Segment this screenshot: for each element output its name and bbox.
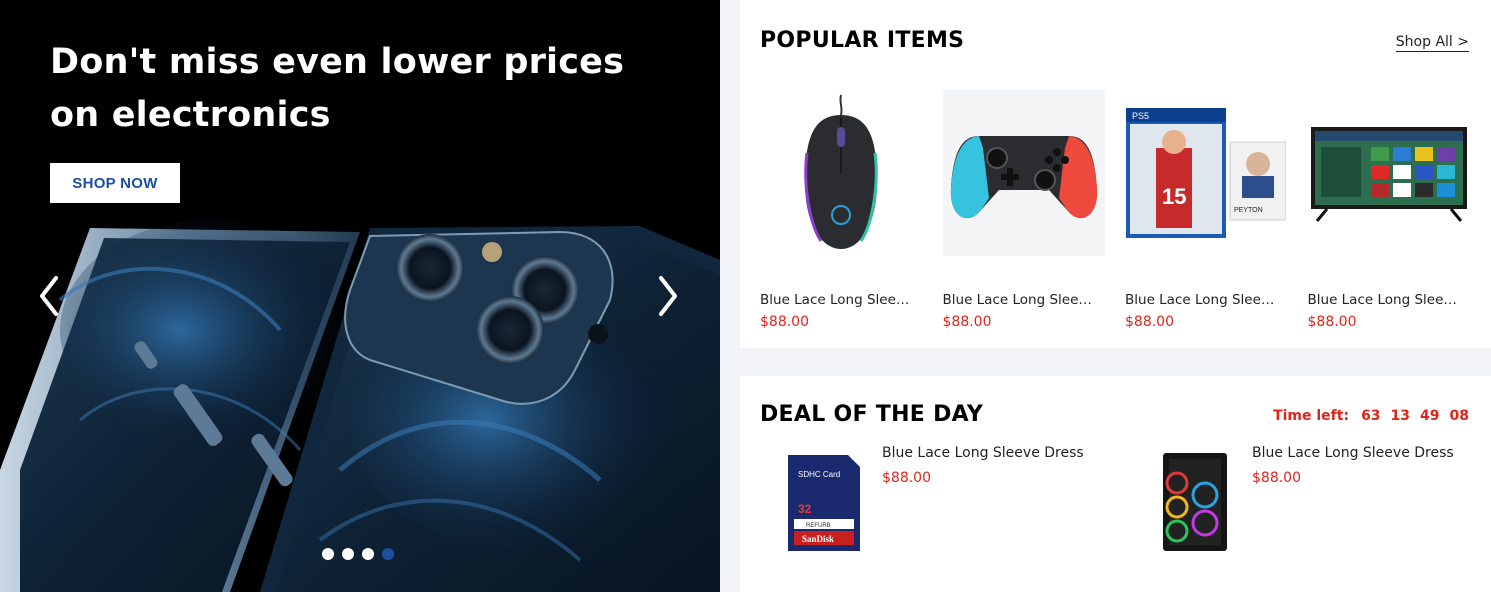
hero-banner: Don't miss even lower prices on electron…	[0, 0, 720, 592]
game-controller-icon	[950, 136, 1097, 219]
svg-text:SDHC Card: SDHC Card	[798, 470, 840, 479]
product-name[interactable]: Blue Lace Long Sleeve Dress	[1308, 292, 1464, 308]
product-image-gaming-mouse[interactable]	[760, 90, 922, 256]
timer-unit: 63	[1361, 408, 1381, 424]
carousel-dot-3[interactable]	[362, 548, 374, 560]
countdown-timer: Time left: 63 13 49 08	[1273, 408, 1469, 424]
gaming-mouse-icon	[804, 94, 878, 249]
product-price: $88.00	[942, 314, 992, 330]
deal-item[interactable]: Blue Lace Long Sleeve Dress $88.00	[1136, 444, 1454, 562]
smart-tv-icon	[1310, 127, 1467, 222]
video-game-case-icon: PS5 15 PEYTON	[1126, 108, 1286, 238]
deal-name[interactable]: Blue Lace Long Sleeve Dress	[882, 445, 1084, 461]
svg-text:SanDisk: SanDisk	[802, 534, 834, 544]
sd-card-icon: SDHC Card 32 REFURB SanDisk	[788, 455, 860, 551]
section-title-popular: POPULAR ITEMS	[760, 28, 965, 53]
deal-item[interactable]: SDHC Card 32 REFURB SanDisk Blue Lace Lo…	[766, 444, 1084, 562]
deal-price: $88.00	[882, 470, 931, 486]
chevron-right-icon[interactable]	[653, 272, 683, 320]
product-price: $88.00	[1307, 314, 1357, 330]
svg-text:PEYTON: PEYTON	[1234, 207, 1263, 214]
svg-text:REFURB: REFURB	[806, 523, 831, 529]
product-name[interactable]: Blue Lace Long Sleeve Dress	[1125, 292, 1281, 308]
product-card[interactable]: PS5 15 PEYTON Blue Lace Long Sleeve Dres…	[1125, 90, 1308, 330]
page: Don't miss even lower prices on electron…	[0, 0, 1491, 592]
section-title-deal: DEAL OF THE DAY	[760, 402, 984, 427]
timer-unit: 13	[1390, 408, 1411, 424]
shop-all-link[interactable]: Shop All >	[1395, 34, 1469, 52]
product-price: $88.00	[1125, 314, 1174, 330]
carousel-dot-4[interactable]	[382, 548, 394, 560]
product-name[interactable]: Blue Lace Long Sleeve Dress	[760, 292, 916, 308]
product-image-game-controller[interactable]	[942, 90, 1105, 256]
product-list: Blue Lace Long Sleeve Dress $88.00	[760, 90, 1490, 330]
deal-info: Blue Lace Long Sleeve Dress $88.00	[882, 444, 1084, 562]
popular-items-section: POPULAR ITEMS Shop All > Blue Lace Long …	[740, 0, 1491, 348]
deal-image-pc-case[interactable]	[1136, 444, 1252, 562]
hero-headline: Don't miss even lower prices on electron…	[50, 42, 625, 135]
pc-case-icon	[1163, 453, 1227, 551]
deal-price: $88.00	[1252, 470, 1301, 486]
product-image-smart-tv[interactable]	[1308, 90, 1470, 256]
deal-image-sd-card[interactable]: SDHC Card 32 REFURB SanDisk	[766, 444, 882, 562]
product-card[interactable]: Blue Lace Long Sleeve Dress $88.00	[942, 90, 1126, 330]
carousel-dot-2[interactable]	[342, 548, 354, 560]
timer-unit: 49	[1420, 408, 1440, 424]
carousel-dot-1[interactable]	[322, 548, 334, 560]
svg-text:15: 15	[1162, 184, 1186, 209]
carousel-dots	[322, 548, 394, 560]
svg-text:PS5: PS5	[1132, 111, 1149, 121]
product-price: $88.00	[760, 314, 809, 330]
timer-unit: 08	[1449, 408, 1469, 424]
shop-now-button[interactable]: SHOP NOW	[50, 163, 180, 203]
deal-info: Blue Lace Long Sleeve Dress $88.00	[1252, 444, 1454, 562]
chevron-left-icon[interactable]	[34, 272, 64, 320]
product-card[interactable]: Blue Lace Long Sleeve Dress $88.00	[1308, 90, 1491, 330]
time-left-label: Time left:	[1273, 408, 1350, 424]
product-name[interactable]: Blue Lace Long Sleeve Dress	[943, 292, 1099, 308]
deal-name[interactable]: Blue Lace Long Sleeve Dress	[1252, 445, 1454, 461]
product-card[interactable]: Blue Lace Long Sleeve Dress $88.00	[760, 90, 943, 330]
product-image-video-game-cases[interactable]: PS5 15 PEYTON	[1125, 90, 1287, 256]
deal-of-the-day-section: DEAL OF THE DAY Time left: 63 13 49 08 S…	[740, 376, 1491, 592]
svg-text:32: 32	[798, 502, 812, 516]
